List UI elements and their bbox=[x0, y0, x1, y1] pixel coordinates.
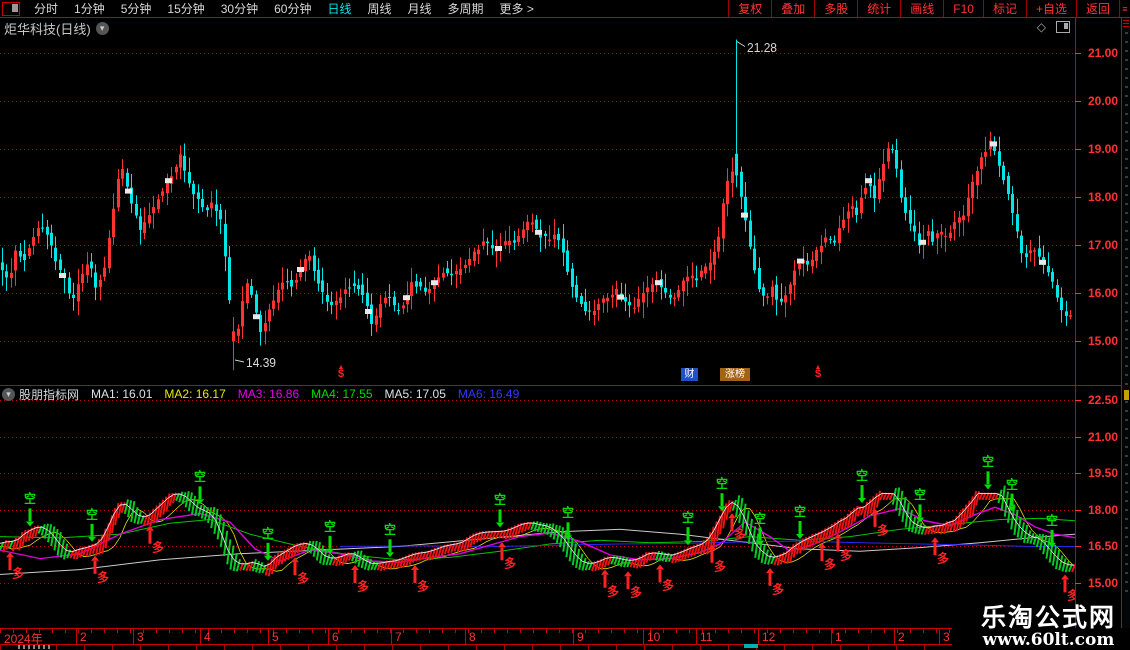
period-tab-7[interactable]: 周线 bbox=[359, 0, 399, 17]
x-axis-label: 8 bbox=[469, 630, 476, 644]
period-tab-3[interactable]: 15分钟 bbox=[159, 0, 212, 17]
x-axis-label: 2 bbox=[80, 630, 87, 644]
collapse-icon[interactable]: ▾ bbox=[2, 387, 15, 401]
x-axis-label: 2024年 bbox=[4, 632, 43, 645]
sidebar-handle-icon[interactable]: ≡ bbox=[1120, 0, 1130, 17]
indicator-chart[interactable] bbox=[0, 386, 1076, 628]
action-4[interactable]: 画线 bbox=[900, 0, 943, 17]
x-axis-label: 6 bbox=[332, 630, 339, 644]
y-axis-label: 19.50 bbox=[1087, 466, 1118, 481]
period-tab-0[interactable]: 分时 bbox=[26, 0, 66, 17]
period-tab-4[interactable]: 30分钟 bbox=[213, 0, 266, 17]
marker-badge-0[interactable]: 财 bbox=[681, 368, 698, 381]
marker-badge-1[interactable]: 涨榜 bbox=[720, 368, 750, 381]
x-axis-label: 9 bbox=[577, 630, 584, 644]
action-7[interactable]: +自选 bbox=[1025, 0, 1076, 17]
y-axis-label: 18.00 bbox=[1087, 502, 1118, 517]
action-8[interactable]: 返回 bbox=[1075, 0, 1120, 17]
x-axis-label: 7 bbox=[395, 630, 402, 644]
watermark-cn: 乐淘公式网 bbox=[980, 604, 1116, 632]
y-axis-label: 22.50 bbox=[1087, 393, 1118, 407]
date-axis: 2024年 2 3 4 5 6 7 8 9 10 11 12 1 2 3 bbox=[0, 628, 952, 645]
action-6[interactable]: 标记 bbox=[982, 0, 1026, 17]
main-candlestick-chart[interactable] bbox=[0, 30, 1076, 386]
window-split-icon[interactable] bbox=[2, 1, 20, 16]
pane-divider[interactable] bbox=[0, 385, 1130, 386]
y-axis-label: 21.00 bbox=[1087, 429, 1118, 444]
indicator-source: 股朋指标网 bbox=[19, 387, 80, 402]
y-axis-label: 16.50 bbox=[1087, 539, 1118, 554]
ma-label-MA6: MA6: 16.49 bbox=[457, 387, 520, 401]
axis-separator-line bbox=[1075, 18, 1076, 628]
top-toolbar: 分时 1分钟 5分钟 15分钟 30分钟 60分钟 日线 周线 月线 多周期 更多 > 复权 叠加 多股… bbox=[0, 0, 1130, 18]
strip-top-icon bbox=[1123, 20, 1129, 27]
watermark: 乐淘公式网 www.60lt.com bbox=[981, 605, 1116, 649]
period-tab-9[interactable]: 多周期 bbox=[440, 0, 492, 17]
y-axis-label: 16.00 bbox=[1087, 286, 1118, 300]
dollar-marker-1[interactable]: ▲ $ bbox=[812, 364, 824, 380]
bottom-clipped-row bbox=[0, 644, 952, 650]
y-axis-label: 20.00 bbox=[1087, 94, 1118, 108]
x-axis-label: 10 bbox=[647, 630, 661, 644]
x-axis-label: 5 bbox=[272, 630, 279, 644]
period-tabs: 分时 1分钟 5分钟 15分钟 30分钟 60分钟 日线 周线 月线 多周期 更多 > bbox=[26, 0, 542, 17]
action-5[interactable]: F10 bbox=[943, 0, 983, 17]
ma-label-MA2: MA2: 16.17 bbox=[164, 387, 226, 401]
y-axis-label: 21.00 bbox=[1087, 46, 1118, 60]
x-axis-label: 3 bbox=[137, 630, 144, 644]
x-axis-label: 12 bbox=[762, 630, 776, 644]
ma-label-MA1: MA1: 16.01 bbox=[91, 387, 153, 401]
indicator-header: ▾ 股朋指标网 MA1: 16.01 MA2: 16.17 MA3: 16.86 MA… bbox=[0, 387, 519, 402]
period-tab-6[interactable]: 日线 bbox=[319, 0, 359, 17]
x-axis-label: 11 bbox=[700, 630, 713, 644]
period-tab-1[interactable]: 1分钟 bbox=[66, 0, 113, 17]
action-3[interactable]: 统计 bbox=[857, 0, 900, 17]
action-0[interactable]: 复权 bbox=[728, 0, 771, 17]
x-axis-label: 1 bbox=[835, 630, 842, 644]
action-2[interactable]: 多股 bbox=[814, 0, 857, 17]
x-axis-label: 3 bbox=[943, 630, 950, 644]
period-tab-10[interactable]: 更多 > bbox=[492, 0, 542, 17]
ma-label-MA5: MA5: 17.05 bbox=[384, 387, 446, 401]
ma-label-MA4: MA4: 17.55 bbox=[311, 387, 373, 401]
x-axis-label: 2 bbox=[898, 630, 905, 644]
action-1[interactable]: 叠加 bbox=[771, 0, 814, 17]
period-tab-2[interactable]: 5分钟 bbox=[113, 0, 160, 17]
y-axis-label: 15.00 bbox=[1087, 576, 1118, 590]
y-axis-label: 17.00 bbox=[1087, 238, 1118, 252]
y-axis-label: 18.00 bbox=[1087, 190, 1118, 204]
period-tab-5[interactable]: 60分钟 bbox=[266, 0, 319, 17]
ma-label-MA3: MA3: 16.86 bbox=[237, 387, 300, 401]
tdx-app-window: 分时 1分钟 5分钟 15分钟 30分钟 60分钟 日线 周线 月线 多周期 更多 > 复权 叠加 多股… bbox=[0, 0, 1130, 650]
dollar-marker-0[interactable]: ▲ $ bbox=[335, 364, 347, 380]
x-axis-label: 4 bbox=[204, 630, 211, 644]
watermark-url: www.60lt.com bbox=[982, 630, 1115, 650]
right-sidebar-strip[interactable] bbox=[1121, 18, 1130, 628]
action-menu: 复权 叠加 多股 统计 画线 F10 标记 +自选 返回 bbox=[728, 0, 1120, 17]
y-axis-label: 19.00 bbox=[1087, 142, 1118, 156]
period-tab-8[interactable]: 月线 bbox=[400, 0, 440, 17]
y-axis-label: 15.00 bbox=[1087, 334, 1118, 348]
ma-value-labels: MA1: 16.01 MA2: 16.17 MA3: 16.86 MA4: 17.55… bbox=[79, 387, 519, 401]
